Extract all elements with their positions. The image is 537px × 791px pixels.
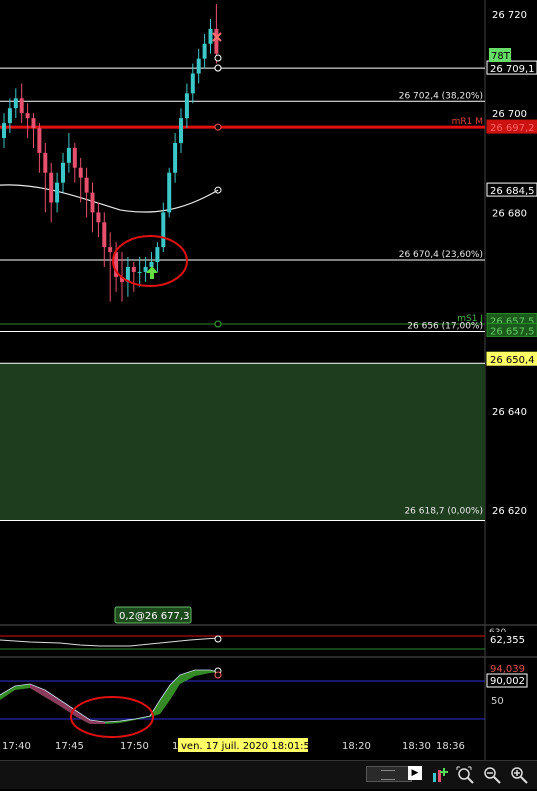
oscillator-fill-red [30,684,105,724]
svg-text:50: 50 [491,696,504,707]
zoom-fit-icon[interactable] [455,765,475,785]
candle [184,83,189,129]
time-tick-label: 18:36 [436,741,465,752]
scroll-end-icon[interactable]: ▶ [408,766,422,780]
fib_382-label: 26 702,4 (38,20%) [399,91,483,101]
svg-text:90,002: 90,002 [490,676,525,687]
svg-text:ven. 17 juil. 2020 18:01:54: ven. 17 juil. 2020 18:01:54 [181,741,316,752]
price-axis: 26 720 26 700 26 680 26 640 26 620 [492,10,527,517]
price-tick-label: 26 640 [492,407,527,418]
mr1-label: mR1 M [452,117,483,127]
candle [90,182,95,233]
price-tag-label: 26 684,5 [490,186,535,197]
price-chart[interactable]: 26 702,4 (38,20%)mR1 M26 670,4 (23,60%)m… [0,0,537,760]
fib_236-label: 26 670,4 (23,60%) [399,250,483,260]
candle [49,162,54,223]
chart-area[interactable]: 26 702,4 (38,20%) mR1 M 26 670,4 (23,60%) m… [0,0,537,789]
level-handle [214,320,222,328]
level-handle [214,123,222,131]
horizontal-scrollbar[interactable] [366,766,412,782]
price-tag-label: 26 709,1 [490,64,535,75]
add-indicator-icon[interactable] [430,765,450,785]
chart-toolbar: ▶ [0,760,537,789]
price-tag-label: 26 650,4 [490,355,535,366]
candle [25,103,30,138]
candle [125,257,130,297]
candle [31,113,36,148]
zoom-in-icon [511,767,528,784]
candle [61,152,65,193]
price-tag-label: 26 657,5 [490,326,535,337]
candle [19,83,24,124]
candle [167,167,172,218]
price-tick-label: 26 620 [492,506,527,517]
add-indicator-icon [433,768,448,782]
candle [55,172,60,213]
price-tick-label: 26 720 [492,10,527,21]
indicator-1-line [0,637,219,647]
candle [108,232,113,302]
candle [2,113,6,148]
candle [208,18,213,54]
candle [143,257,148,282]
candle [72,142,77,183]
time-tick-label: 18:20 [342,741,371,752]
zoom-out-icon[interactable] [482,765,502,785]
time-tick-label: 18:30 [402,741,431,752]
candle [66,133,71,173]
svg-text:78T: 78T [491,51,511,62]
time-tick-label: 17:50 [120,741,149,752]
fib_170-label: 26 656 (17,00%) [407,321,483,331]
candle [155,242,160,272]
moving-average-line [0,184,219,213]
svg-text:94,039: 94,039 [490,664,525,675]
candle [190,63,195,104]
candle [13,88,18,119]
fib_000-label: 26 618,7 (0,00%) [404,506,483,516]
candle [43,142,48,213]
candle [131,262,136,292]
time-tick-label: 17:40 [2,741,31,752]
handle-dot [214,64,222,72]
zoom-out-icon [484,767,501,784]
handle-dot [214,54,222,62]
candle [173,133,178,183]
zoom-in-icon[interactable] [509,765,529,785]
candle [37,123,42,173]
volume-tag: 78T [489,48,511,62]
buy-arrow-icon [146,266,158,279]
candle [196,48,201,84]
candle [137,257,142,287]
price-tick-label: 26 680 [492,208,527,219]
scrollbar-grip[interactable] [381,770,395,780]
svg-text:0,2@26 677,3: 0,2@26 677,3 [119,611,189,622]
zoom-fit-icon [456,766,474,784]
crosshair-tooltip: 0,2@26 677,3 [114,606,192,624]
svg-text:62,355: 62,355 [490,635,525,646]
candle [102,212,107,267]
demand-zone[interactable] [0,363,485,521]
candle [96,202,101,238]
candle [179,108,183,153]
time-tick-label: 17:45 [55,741,84,752]
candle [84,167,89,218]
candle [202,33,207,69]
time-tick-label: 1 [172,741,178,752]
indicator-1-panel: 630 62,355 [0,628,537,650]
price-tag-label: 26 697,2 [490,123,535,134]
time-cursor-label: ven. 17 juil. 2020 18:01:54 [178,738,316,752]
indicator-2-panel: 94,039 90,002 50 [0,662,528,738]
price-tick-label: 26 700 [492,109,527,120]
candle [78,157,83,203]
